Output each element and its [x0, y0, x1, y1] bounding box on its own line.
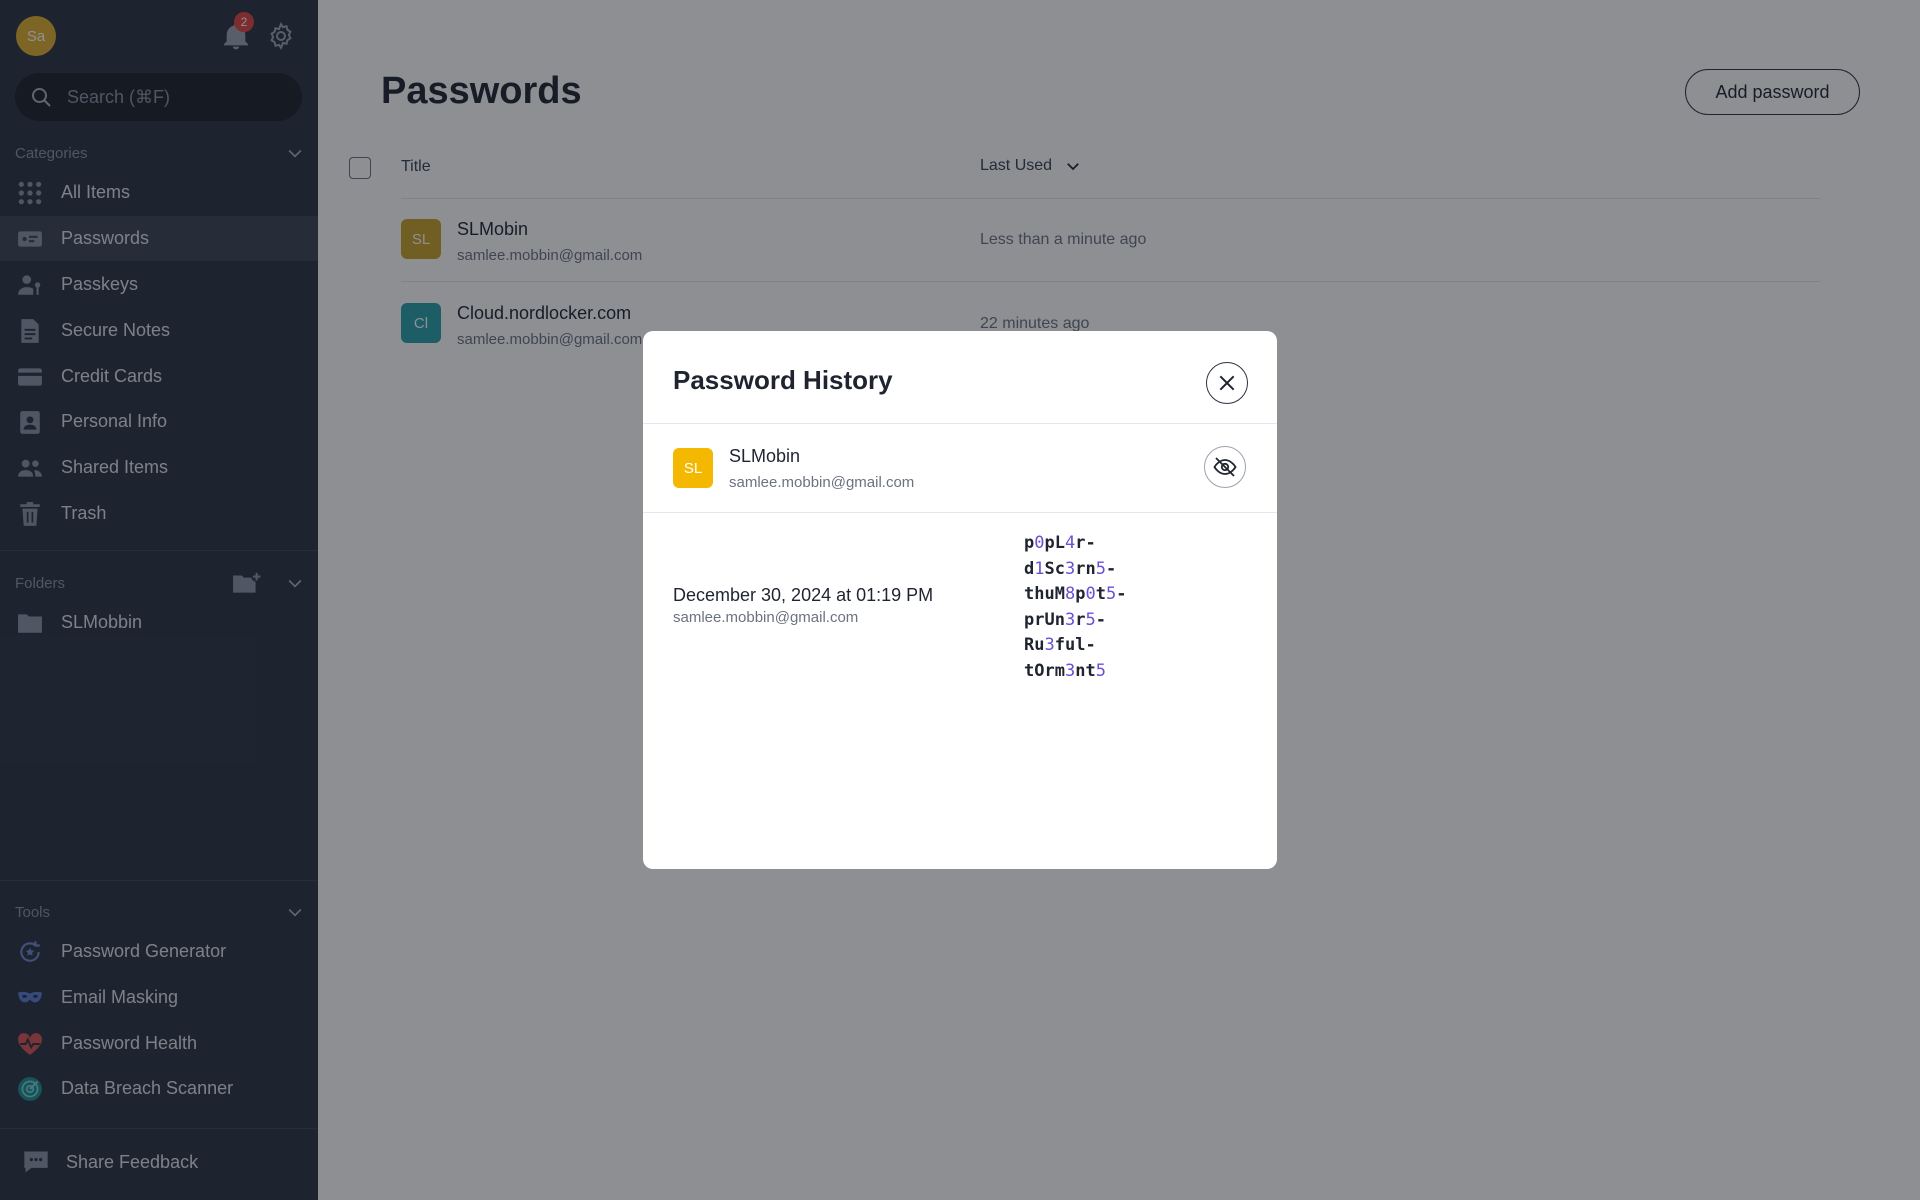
item-badge: SL: [673, 448, 713, 488]
history-date: December 30, 2024 at 01:19 PM: [673, 585, 934, 605]
close-icon: [1219, 375, 1235, 391]
password-line: thuM8p0t5-: [1024, 584, 1127, 604]
modal-divider: [643, 423, 1277, 424]
password-line: p0pL4r-: [1024, 533, 1096, 553]
toggle-visibility-button[interactable]: [1204, 446, 1246, 488]
password-line: Ru3ful-: [1024, 635, 1096, 655]
eye-slash-icon: [1213, 457, 1237, 477]
password-line: d1Sc3rn5-: [1024, 558, 1117, 579]
history-password[interactable]: p0pL4r- d1Sc3rn5- thuM8p0t5- prUn3r5- Ru…: [1024, 531, 1127, 684]
modal-divider: [643, 512, 1277, 513]
item-email: samlee.mobbin@gmail.com: [729, 474, 915, 491]
modal-title: Password History: [673, 365, 893, 395]
history-email: samlee.mobbin@gmail.com: [673, 609, 859, 626]
item-title: SLMobin: [729, 446, 801, 466]
password-history-modal: Password History SL SLMobin samlee.mobbi…: [643, 331, 1277, 869]
password-line: tOrm3nt5: [1024, 660, 1106, 681]
password-line: prUn3r5-: [1024, 609, 1106, 630]
close-button[interactable]: [1206, 362, 1248, 404]
